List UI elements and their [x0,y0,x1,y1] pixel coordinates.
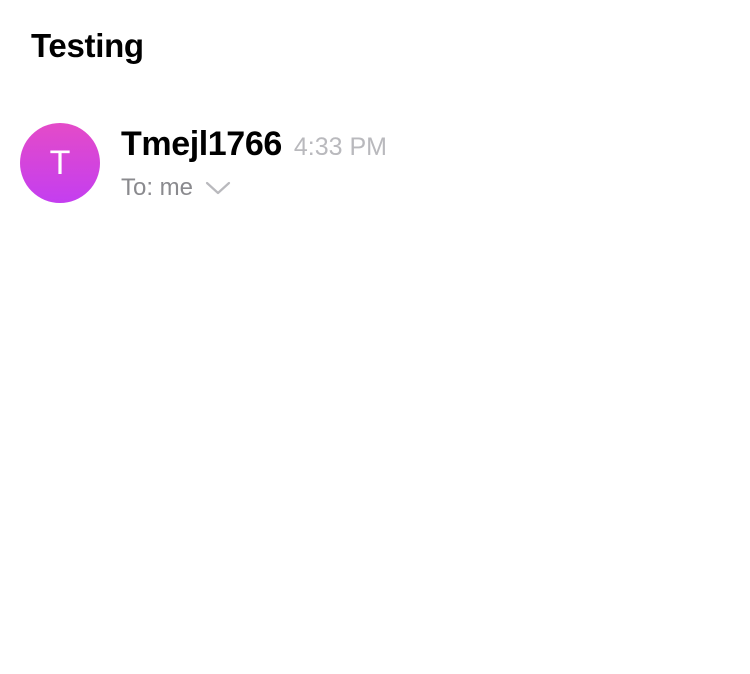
chevron-down-icon[interactable] [205,180,231,196]
avatar-initial: T [49,144,71,182]
email-subject: Testing [31,27,144,64]
sender-header: T Tmejl1766 4:33 PM To: me [20,123,720,203]
recipients-label: To: me [121,174,194,201]
email-time: 4:33 PM [293,133,387,161]
sender-avatar[interactable]: T [20,123,100,203]
sender-name-line: Tmejl1766 4:33 PM [121,123,387,165]
sender-name[interactable]: Tmejl1766 [121,123,282,165]
recipients-toggle[interactable]: To: me [121,172,231,204]
email-detail-screen: Testing T Tmejl1766 4:33 PM To: me [0,0,750,674]
